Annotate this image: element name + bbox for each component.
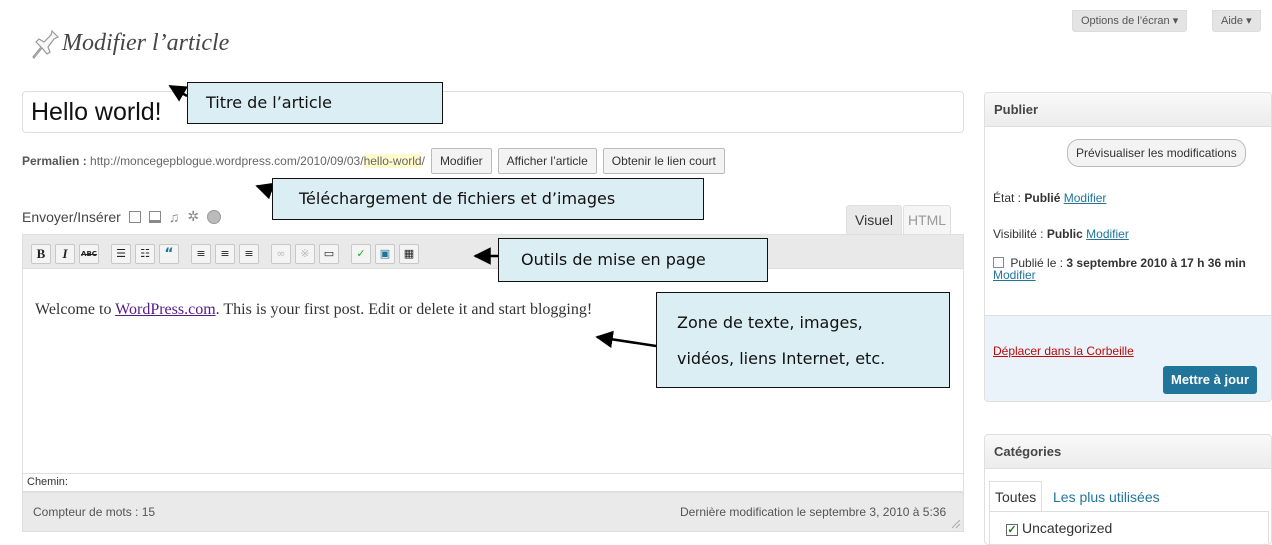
annotation-content: Zone de texte, images, vidéos, liens Int… [656,292,950,388]
annotation-content-line2: vidéos, liens Internet, etc. [677,349,886,368]
annotation-upload: Téléchargement de fichiers et d’images [272,178,704,220]
annotation-content-line1: Zone de texte, images, [677,313,863,332]
annotation-toolbar: Outils de mise en page [498,238,768,282]
annotation-title: Titre de l’article [187,82,443,124]
